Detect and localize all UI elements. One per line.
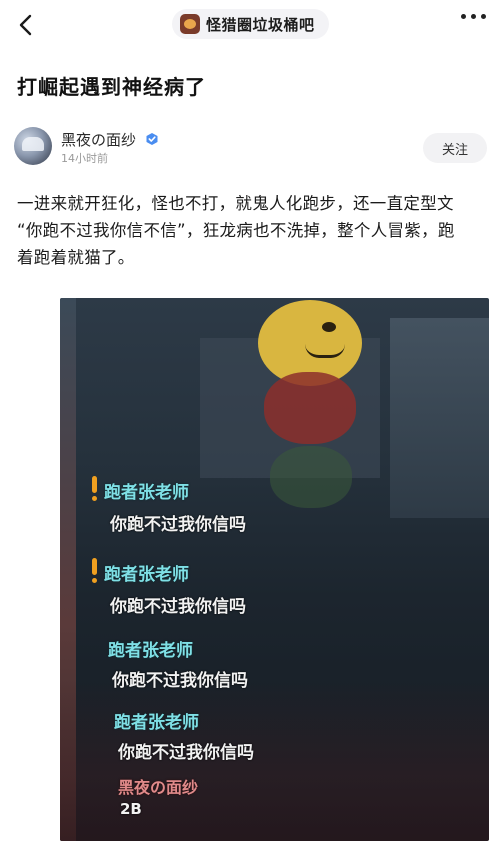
mascot-body-green (270, 446, 352, 508)
chevron-left-icon (19, 14, 32, 36)
mascot-body-red (264, 372, 356, 444)
forum-link[interactable]: 怪猎圈垃圾桶吧 (172, 9, 329, 39)
post-title: 打崛起遇到神经病了 (17, 75, 206, 99)
chat-sender-self: 黑夜の面纱 (118, 778, 199, 797)
post-body-line: “你跑不过我你信不信”，狂龙病也不洗掉，整个人冒紫，跑 (17, 221, 455, 240)
chat-message: 你跑不过我你信吗 (118, 743, 254, 763)
chat-message: 你跑不过我你信吗 (110, 597, 246, 617)
back-button[interactable] (14, 12, 40, 38)
alert-icon (90, 476, 99, 502)
chat-sender: 跑者张老师 (104, 483, 189, 503)
post-image[interactable]: 跑者张老师 你跑不过我你信吗 跑者张老师 你跑不过我你信吗 跑者张老师 你跑不过… (60, 298, 489, 841)
chat-message: 你跑不过我你信吗 (112, 671, 248, 691)
follow-button[interactable]: 关注 (423, 133, 487, 163)
post-body-line: 一进来就开狂化，怪也不打，就鬼人化跑步，还一直定型文 (17, 194, 454, 213)
chat-sender: 跑者张老师 (114, 713, 199, 733)
scene-wall (390, 318, 489, 518)
post-body-line: 着跑着就猫了。 (17, 248, 135, 267)
chat-message-self: 2B (120, 800, 142, 818)
more-dots-icon[interactable] (461, 14, 486, 19)
author-name[interactable]: 黑夜の面纱 (61, 129, 136, 150)
chat-message: 你跑不过我你信吗 (110, 515, 246, 535)
chat-sender: 跑者张老师 (104, 565, 189, 585)
forum-name: 怪猎圈垃圾桶吧 (206, 15, 315, 34)
forum-avatar-icon (180, 14, 200, 34)
post-body: 一进来就开狂化，怪也不打，就鬼人化跑步，还一直定型文 “你跑不过我你信不信”，狂… (17, 190, 489, 271)
alert-icon (90, 558, 99, 584)
chat-sender: 跑者张老师 (108, 641, 193, 661)
avatar[interactable] (14, 127, 52, 165)
verified-badge-icon (146, 133, 158, 145)
top-bar: 怪猎圈垃圾桶吧 (0, 0, 502, 50)
mascot-eye (322, 322, 336, 332)
post-time: 14小时前 (61, 152, 108, 165)
